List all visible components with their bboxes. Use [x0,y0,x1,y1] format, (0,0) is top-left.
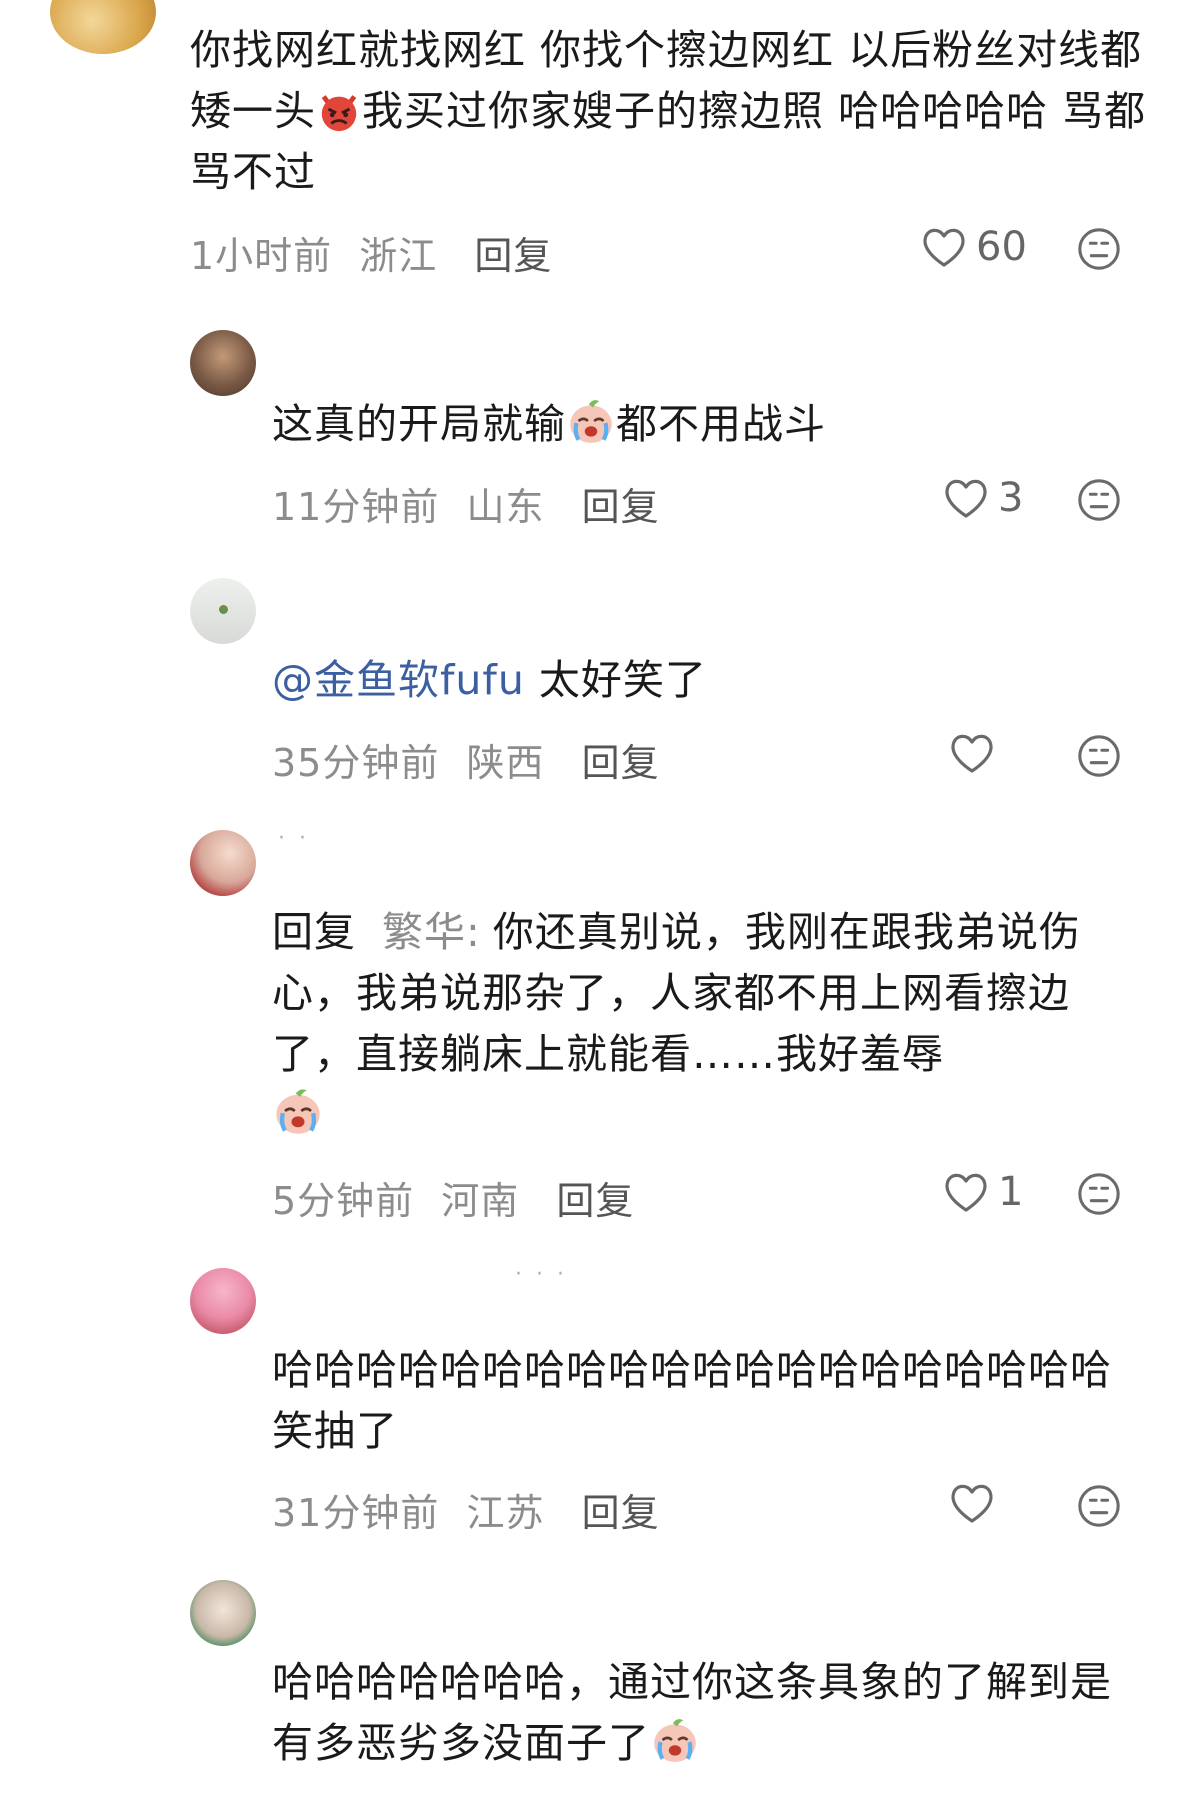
comment-text: @金鱼软fufu 太好笑了 [272,656,707,704]
heart-outline-icon [948,731,996,775]
comment-location: 山东 [466,485,545,529]
comment-location: 河南 [441,1179,520,1223]
heart-outline-icon [920,225,968,269]
username-placeholder: ··· [515,1262,578,1287]
comment-text: 你找网红就找网红 你找个擦边网红 以后粉丝对线都矮一头 我买过你家嫂子的擦边照 哈… [190,26,1147,196]
reply-button[interactable]: 回复 [556,1179,634,1223]
dislike-button[interactable] [1076,733,1122,779]
comment-text: 哈哈哈哈哈哈哈，通过你这条具象的了解到是有多恶劣多没面子了 [272,1658,1112,1767]
like-count: 60 [976,224,1027,270]
heart-outline-icon [942,476,990,520]
like-button[interactable] [948,731,1004,775]
crying-face-emoji-icon [272,1085,324,1137]
neutral-face-icon [1076,733,1122,779]
comment-meta: 1小时前 浙江 回复 [190,225,552,280]
neutral-face-icon [1076,1483,1122,1529]
username-placeholder: ·· [278,826,320,851]
crying-face-emoji-icon [650,1715,700,1765]
avatar-dot [219,605,228,614]
like-button[interactable]: 1 [942,1169,1023,1215]
like-button[interactable]: 3 [942,475,1023,521]
comment-meta: 35分钟前 陕西 回复 [272,732,660,787]
reply-prefix: 回复 [272,908,356,956]
comment-location: 江苏 [466,1491,545,1535]
comment-text: 这真的开局就输 都不用战斗 [272,394,1152,455]
reply-button[interactable]: 回复 [474,234,552,278]
dislike-button[interactable] [1076,1483,1122,1529]
crying-face-emoji-icon [566,396,616,446]
comment-text: 哈哈哈哈哈哈哈哈哈哈哈哈哈哈哈哈哈哈哈哈 笑抽了 [272,1346,1112,1455]
like-button[interactable] [948,1481,1004,1525]
neutral-face-icon [1076,226,1122,272]
like-count: 1 [998,1169,1024,1215]
comment-time: 11分钟前 [272,485,440,529]
reply-button[interactable]: 回复 [582,741,660,785]
heart-outline-icon [942,1170,990,1214]
avatar[interactable] [190,578,256,644]
reply-button[interactable]: 回复 [582,485,660,529]
reply-button[interactable]: 回复 [582,1491,660,1535]
neutral-face-icon [1076,477,1122,523]
dislike-button[interactable] [1076,226,1122,272]
comment-location: 陕西 [466,741,545,785]
avatar[interactable] [190,830,256,896]
reply-to-user[interactable]: 繁华: [382,908,481,956]
comment-time: 31分钟前 [272,1491,440,1535]
comment-meta: 5分钟前 河南 回复 [272,1170,634,1225]
avatar[interactable] [190,330,256,396]
avatar[interactable] [190,1580,256,1646]
comment-time: 5分钟前 [272,1179,415,1223]
dislike-button[interactable] [1076,477,1122,523]
comment-text: 回复 繁华: 你还真别说，我刚在跟我弟说伤心，我弟说那杂了，人家都不用上网看擦边了，… [272,902,1152,1146]
avatar[interactable] [50,0,156,54]
angry-devil-emoji-icon [316,87,362,133]
comment-meta: 11分钟前 山东 回复 [272,476,660,531]
mention-link[interactable]: @金鱼软fufu [272,656,525,704]
neutral-face-icon [1076,1171,1122,1217]
dislike-button[interactable] [1076,1171,1122,1217]
heart-outline-icon [948,1481,996,1525]
comment-time: 1小时前 [190,234,333,278]
comment-location: 浙江 [359,234,438,278]
like-button[interactable]: 60 [920,224,1027,270]
like-count: 3 [998,475,1024,521]
comment-time: 35分钟前 [272,741,440,785]
comment-meta: 31分钟前 江苏 回复 [272,1482,660,1537]
avatar[interactable] [190,1268,256,1334]
